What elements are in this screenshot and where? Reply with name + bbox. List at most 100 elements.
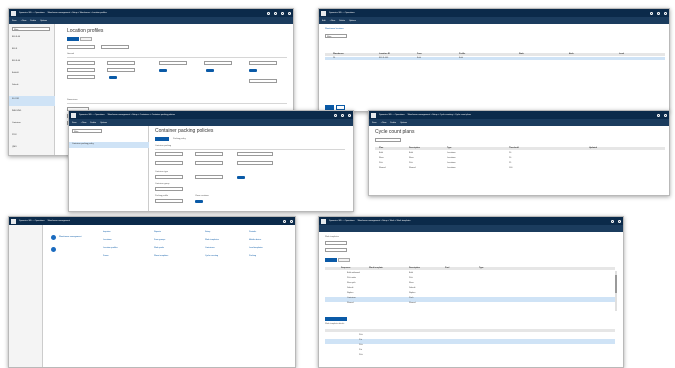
list-item[interactable]: PICK (12, 134, 17, 136)
gear-icon[interactable] (281, 11, 284, 15)
field[interactable] (195, 152, 223, 156)
column-header[interactable]: Description (409, 267, 420, 269)
nav-link[interactable]: Packing (249, 255, 256, 257)
action-save[interactable]: Save (372, 122, 377, 124)
action-options[interactable]: Options (100, 122, 107, 124)
scrollbar[interactable] (615, 271, 617, 311)
field[interactable] (155, 152, 183, 156)
waffle-icon[interactable] (71, 112, 76, 118)
nav-link[interactable]: Location profiles (103, 247, 118, 249)
nav-link[interactable]: Work pools (154, 247, 164, 249)
field[interactable] (67, 61, 95, 65)
tab-general[interactable] (67, 37, 79, 41)
field[interactable] (155, 175, 183, 179)
breadcrumb[interactable]: Warehouse management > Setup > Cycle cou… (408, 114, 471, 116)
action-new[interactable]: + New (21, 20, 27, 22)
field[interactable] (155, 199, 183, 203)
list-item[interactable]: QMS (12, 146, 17, 148)
list-item[interactable]: BULK-06 (12, 36, 20, 38)
field[interactable] (155, 161, 183, 165)
column-header[interactable]: Location ID (379, 53, 390, 55)
action-new[interactable]: + New (329, 20, 335, 22)
action-delete[interactable]: Delete (90, 122, 96, 124)
waffle-icon[interactable] (321, 218, 326, 224)
tab-packing-policy[interactable]: Packing policy (173, 138, 186, 140)
search-icon[interactable] (334, 113, 337, 117)
toggle[interactable] (159, 69, 167, 72)
nav-link[interactable]: Cycle counting (205, 255, 218, 257)
action-new[interactable]: + New (81, 122, 87, 124)
action-options[interactable]: Options (40, 20, 47, 22)
column-header[interactable]: Rack (519, 53, 524, 55)
search-icon[interactable] (650, 11, 653, 15)
tab-overview[interactable] (325, 258, 337, 262)
waffle-icon[interactable] (11, 218, 16, 224)
list-item[interactable]: BULK-06 (12, 60, 20, 62)
field[interactable] (237, 161, 273, 165)
waffle-icon[interactable] (321, 10, 326, 16)
toggle[interactable] (109, 76, 117, 79)
toggle[interactable] (195, 200, 203, 203)
search-icon[interactable] (611, 219, 614, 223)
column-header[interactable]: Type (479, 267, 484, 269)
field[interactable] (249, 61, 277, 65)
field[interactable] (237, 152, 273, 156)
field[interactable] (249, 79, 277, 83)
nav-link[interactable]: Mobile device (249, 239, 261, 241)
filter-input[interactable]: Filter (325, 34, 347, 38)
profile-id-field[interactable] (67, 45, 95, 49)
waffle-icon[interactable] (11, 10, 16, 16)
waffle-icon[interactable] (371, 112, 376, 118)
column-header[interactable]: Description (409, 147, 420, 149)
field[interactable] (159, 61, 187, 65)
action-options[interactable]: Options (400, 122, 407, 124)
column-header[interactable]: Type (447, 147, 452, 149)
column-header[interactable]: Aisle (569, 53, 574, 55)
breadcrumb[interactable]: Warehouse management (48, 220, 70, 222)
nav-link[interactable]: Containers (205, 247, 215, 249)
toggle[interactable] (237, 176, 245, 179)
breadcrumb[interactable]: Warehouse management > Setup > Warehouse… (48, 12, 107, 14)
action-options[interactable]: Options (349, 20, 356, 22)
column-header[interactable]: Sequence (341, 267, 350, 269)
list-item[interactable]: Default (12, 84, 18, 86)
table-row-selected[interactable] (325, 339, 615, 344)
tab-details[interactable] (338, 258, 350, 262)
filter-input[interactable]: Filter (72, 129, 102, 133)
column-header[interactable]: Plan (379, 147, 383, 149)
gear-icon[interactable] (664, 11, 667, 15)
nav-link[interactable]: Zones (103, 255, 109, 257)
list-item[interactable]: Bulk-06 (12, 72, 19, 74)
list-item[interactable]: BULK (12, 48, 17, 50)
field[interactable] (67, 75, 95, 79)
search-icon[interactable] (657, 113, 660, 117)
action-save[interactable]: Save (12, 20, 17, 22)
workspace-title[interactable]: Warehouse management (59, 236, 81, 238)
field[interactable] (107, 61, 135, 65)
field[interactable] (325, 248, 347, 252)
field[interactable] (325, 241, 347, 245)
name-field[interactable] (101, 45, 129, 49)
toggle[interactable] (249, 69, 257, 72)
action-delete[interactable]: Delete (390, 122, 396, 124)
gear-icon[interactable] (618, 219, 621, 223)
table-row[interactable] (325, 57, 665, 60)
action-delete[interactable]: Delete (339, 20, 345, 22)
list-item[interactable]: Container packing policy (72, 143, 94, 145)
tab-details[interactable] (80, 37, 92, 41)
toggle[interactable] (206, 69, 214, 72)
filter-input[interactable] (375, 138, 401, 142)
field[interactable] (195, 161, 223, 165)
field[interactable] (155, 187, 183, 191)
bell-icon[interactable] (341, 113, 344, 117)
field[interactable] (107, 68, 135, 72)
tab-overview[interactable] (155, 137, 169, 141)
action-new[interactable]: + New (381, 122, 387, 124)
column-header[interactable]: Zone (417, 53, 422, 55)
breadcrumb[interactable]: Warehouse management > Setup > Container… (108, 114, 175, 116)
column-header[interactable]: Updated (589, 147, 597, 149)
breadcrumb[interactable]: Warehouse management > Setup > Work > Wo… (358, 220, 411, 222)
help-icon[interactable] (288, 11, 291, 15)
bell-icon[interactable] (657, 11, 660, 15)
column-header[interactable]: Profile (459, 53, 465, 55)
